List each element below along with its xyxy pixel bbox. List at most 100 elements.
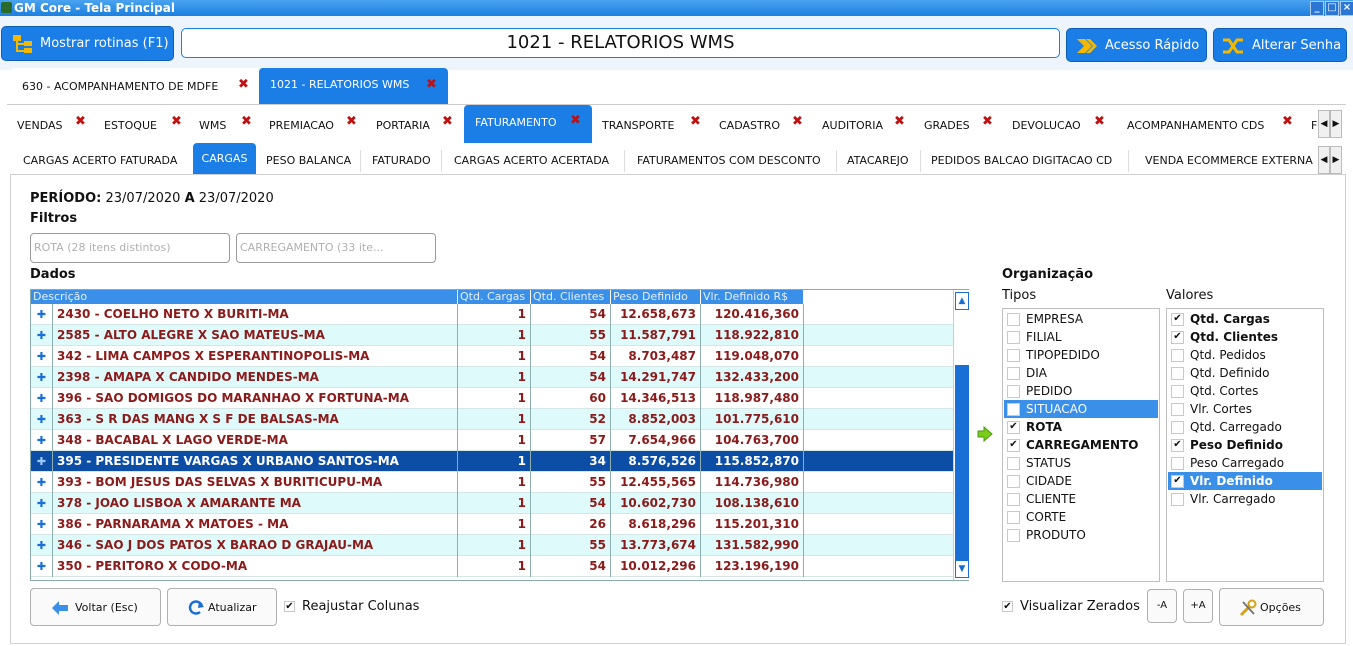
subtabs-scroll-right-icon[interactable]: ▶ [1330, 146, 1342, 174]
scroll-up-icon[interactable]: ▲ [955, 292, 969, 310]
subtab-peso-balanca[interactable]: PESO BALANCA [266, 145, 361, 175]
tabs-scroll-right-icon[interactable]: ▶ [1330, 110, 1342, 138]
expand-row-icon[interactable]: ✚ [31, 325, 53, 346]
type-checkbox[interactable] [1007, 313, 1020, 326]
value-checkbox[interactable] [1171, 385, 1184, 398]
show-routines-button[interactable]: Mostrar rotinas (F1) [1, 26, 174, 61]
close-tab-icon[interactable]: ✖ [75, 102, 86, 142]
type-checkbox[interactable] [1007, 385, 1020, 398]
tab-cadastro[interactable]: CADASTRO ✖ [719, 106, 811, 142]
value-item[interactable]: Qtd. Pedidos [1168, 346, 1322, 364]
table-row[interactable]: ✚ 363 - S R DAS MANG X S F DE BALSAS-MA 1 5… [31, 409, 954, 430]
table-row[interactable]: ✚ 393 - BOM JESUS DAS SELVAS X BURITICUPU… [31, 472, 954, 493]
value-item[interactable]: Qtd. Definido [1168, 364, 1322, 382]
type-checkbox[interactable] [1007, 529, 1020, 542]
options-button[interactable]: Opções [1219, 588, 1324, 626]
table-row[interactable]: ✚ 348 - BACABAL X LAGO VERDE-MA 1 57 7.654,9… [31, 430, 954, 451]
col-header-descricao[interactable]: Descrição [31, 290, 458, 304]
col-header-qtd-cargas[interactable]: Qtd. Cargas [458, 290, 531, 304]
expand-row-icon[interactable]: ✚ [31, 472, 53, 493]
expand-row-icon[interactable]: ✚ [31, 367, 53, 388]
close-tab-icon[interactable]: ✖ [1282, 102, 1293, 142]
type-checkbox[interactable] [1007, 475, 1020, 488]
col-header-peso-definido[interactable]: Peso Definido [611, 290, 701, 304]
expand-row-icon[interactable]: ✚ [31, 514, 53, 535]
rota-filter-input[interactable]: ROTA (28 itens distintos) [30, 233, 230, 263]
value-checkbox[interactable] [1171, 493, 1184, 506]
scroll-down-icon[interactable]: ▼ [955, 560, 969, 578]
type-item[interactable]: ✔ ROTA [1004, 418, 1158, 436]
close-tab-icon[interactable]: ✖ [426, 66, 437, 104]
type-item[interactable]: CORTE [1004, 508, 1158, 526]
close-tab-icon[interactable]: ✖ [241, 102, 252, 142]
value-checkbox[interactable] [1171, 367, 1184, 380]
type-checkbox[interactable] [1007, 367, 1020, 380]
value-item[interactable]: ✔ Qtd. Clientes [1168, 328, 1322, 346]
value-checkbox[interactable]: ✔ [1171, 475, 1184, 488]
change-password-button[interactable]: Alterar Senha [1213, 28, 1347, 62]
type-checkbox[interactable] [1007, 403, 1020, 416]
close-tab-icon[interactable]: ✖ [894, 102, 905, 142]
type-item[interactable]: STATUS [1004, 454, 1158, 472]
table-row[interactable]: ✚ 386 - PARNARAMA X MATOES - MA 1 26 8.618,2… [31, 514, 954, 535]
main-tab-mdfe[interactable]: 630 - ACOMPANHAMENTO DE MDFE ✖ [12, 68, 258, 104]
tab-devolucao[interactable]: DEVOLUCAO ✖ [1012, 106, 1115, 142]
value-checkbox[interactable]: ✔ [1171, 439, 1184, 452]
type-checkbox[interactable] [1007, 511, 1020, 524]
close-tab-icon[interactable]: ✖ [792, 102, 803, 142]
type-item[interactable]: ✔ CARREGAMENTO [1004, 436, 1158, 454]
expand-row-icon[interactable]: ✚ [31, 346, 53, 367]
grid-vertical-scrollbar[interactable]: ▲ ▼ [953, 290, 969, 580]
subtab-cargas-acerto-faturada[interactable]: CARGAS ACERTO FATURADA [23, 145, 188, 175]
tab-transporte[interactable]: TRANSPORTE ✖ [602, 106, 708, 142]
value-item[interactable]: Peso Carregado [1168, 454, 1322, 472]
minimize-button[interactable]: _ [1310, 1, 1324, 16]
close-window-button[interactable]: × [1340, 1, 1353, 16]
table-row[interactable]: ✚ 396 - SAO DOMIGOS DO MARANHAO X FORTUNA… [31, 388, 954, 409]
value-checkbox[interactable] [1171, 457, 1184, 470]
font-increase-button[interactable]: +A [1183, 589, 1213, 623]
type-item[interactable]: EMPRESA [1004, 310, 1158, 328]
expand-row-icon[interactable]: ✚ [31, 388, 53, 409]
tab-wms[interactable]: WMS ✖ [199, 106, 259, 142]
back-button[interactable]: Voltar (Esc) [30, 588, 161, 626]
value-checkbox[interactable]: ✔ [1171, 313, 1184, 326]
expand-row-icon[interactable]: ✚ [31, 430, 53, 451]
type-item[interactable]: PRODUTO [1004, 526, 1158, 544]
col-header-vlr-definido[interactable]: Vlr. Definido R$ [701, 290, 804, 304]
subtab-faturamentos-com-desconto[interactable]: FATURAMENTOS COM DESCONTO [637, 145, 835, 175]
type-checkbox[interactable]: ✔ [1007, 421, 1020, 434]
table-row[interactable]: ✚ 342 - LIMA CAMPOS X ESPERANTINOPOLIS-MA… [31, 346, 954, 367]
close-tab-icon[interactable]: ✖ [238, 66, 249, 104]
table-row[interactable]: ✚ 346 - SAO J DOS PATOS X BARAO D GRAJAU-… [31, 535, 954, 556]
value-checkbox[interactable] [1171, 403, 1184, 416]
value-item[interactable]: ✔ Peso Definido [1168, 436, 1322, 454]
expand-row-icon[interactable]: ✚ [31, 409, 53, 430]
expand-row-icon[interactable]: ✚ [31, 535, 53, 556]
type-checkbox[interactable] [1007, 457, 1020, 470]
close-tab-icon[interactable]: ✖ [1094, 102, 1105, 142]
close-tab-icon[interactable]: ✖ [690, 102, 701, 142]
font-decrease-button[interactable]: -A [1147, 589, 1177, 623]
table-row[interactable]: ✚ 2398 - AMAPA X CANDIDO MENDES-MA 1 54 14.2… [31, 367, 954, 388]
tab-faturamento[interactable]: FATURAMENTO ✖ [464, 105, 592, 143]
tab-vendas[interactable]: VENDAS ✖ [17, 106, 97, 142]
value-item[interactable]: Qtd. Cortes [1168, 382, 1322, 400]
close-tab-icon[interactable]: ✖ [982, 102, 993, 142]
value-item[interactable]: ✔ Vlr. Definido [1168, 472, 1322, 490]
expand-row-icon[interactable]: ✚ [31, 304, 53, 325]
type-checkbox[interactable]: ✔ [1007, 439, 1020, 452]
value-checkbox[interactable]: ✔ [1171, 331, 1184, 344]
type-checkbox[interactable] [1007, 349, 1020, 362]
subtab-pedidos-balcao[interactable]: PEDIDOS BALCAO DIGITACAO CD [931, 145, 1126, 175]
table-row[interactable]: ✚ 378 - JOAO LISBOA X AMARANTE MA 1 54 10.60… [31, 493, 954, 514]
value-item[interactable]: ✔ Qtd. Cargas [1168, 310, 1322, 328]
value-item[interactable]: Vlr. Carregado [1168, 490, 1322, 508]
expand-row-icon[interactable]: ✚ [31, 556, 53, 577]
value-item[interactable]: Qtd. Carregado [1168, 418, 1322, 436]
maximize-button[interactable]: □ [1325, 1, 1339, 16]
type-item[interactable]: CIDADE [1004, 472, 1158, 490]
subtab-cargas[interactable]: CARGAS [193, 143, 256, 174]
move-right-arrow-icon[interactable] [977, 426, 993, 442]
expand-row-icon[interactable]: ✚ [31, 493, 53, 514]
